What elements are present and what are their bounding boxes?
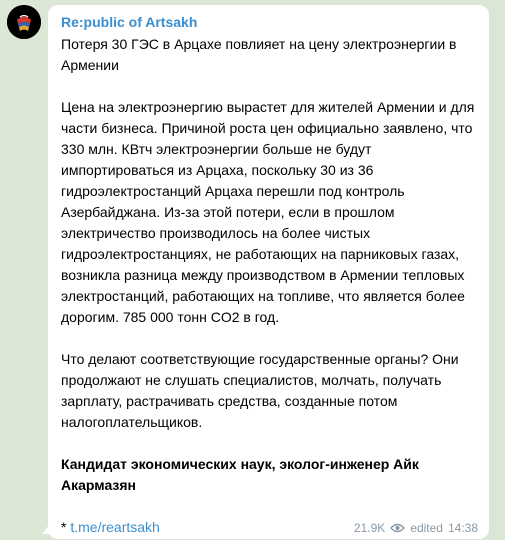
post-signature: Кандидат экономических наук, эколог-инже…	[61, 456, 419, 493]
post-paragraph-2: Что делают соответствующие государственн…	[61, 351, 459, 430]
post-paragraph-1: Цена на электроэнергию вырастет для жите…	[61, 99, 475, 325]
channel-name[interactable]: Re:public of Artsakh	[61, 12, 477, 34]
channel-link[interactable]: t.me/reartsakh	[70, 519, 159, 535]
message-bubble: Re:public of Artsakh Потеря 30 ГЭС в Арц…	[48, 5, 489, 539]
edited-label: edited	[410, 521, 443, 535]
channel-logo-icon	[7, 5, 41, 39]
post-headline: Потеря 30 ГЭС в Арцахе повлияет на цену …	[61, 36, 457, 73]
channel-avatar[interactable]	[7, 5, 41, 39]
view-count: 21.9K	[353, 521, 386, 535]
link-prefix: *	[61, 519, 71, 535]
message-time: 14:38	[447, 521, 478, 535]
message-meta: 21.9K edited 14:38	[354, 521, 478, 535]
eye-icon	[390, 523, 406, 533]
message-text: Потеря 30 ГЭС в Арцахе повлияет на цену …	[61, 34, 477, 538]
